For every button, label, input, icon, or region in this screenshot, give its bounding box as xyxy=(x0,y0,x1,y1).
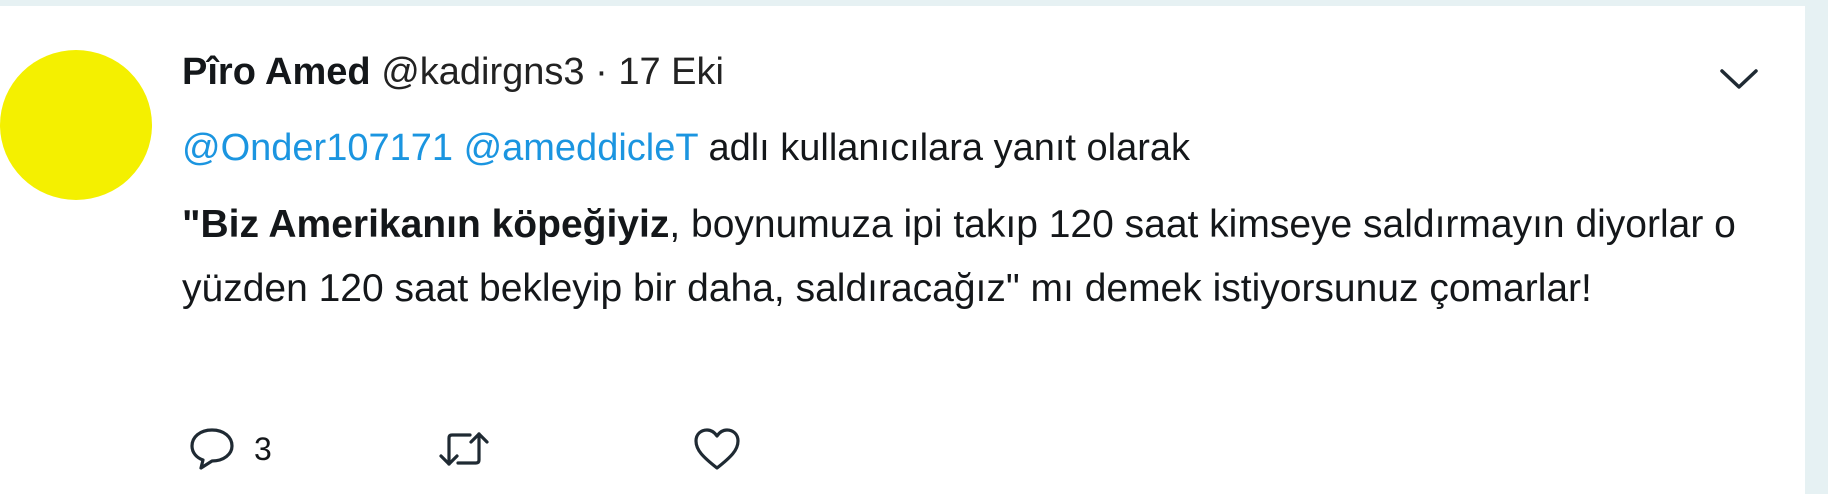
chevron-down-icon[interactable] xyxy=(1718,64,1760,94)
tweet-date[interactable]: 17 Eki xyxy=(618,51,724,93)
retweet-arrows-icon xyxy=(439,432,489,466)
tweet-card[interactable]: Pîro Amed @kadirgns3 · 17 Eki @Onder1071… xyxy=(0,6,1805,494)
avatar[interactable] xyxy=(0,50,152,200)
speech-bubble-icon xyxy=(190,428,234,470)
tweet-header: Pîro Amed @kadirgns3 · 17 Eki xyxy=(182,46,724,98)
author-handle[interactable]: @kadirgns3 xyxy=(381,51,584,93)
like-button[interactable] xyxy=(692,424,742,474)
retweet-button[interactable] xyxy=(436,424,492,474)
header-separator: · xyxy=(595,51,608,93)
reply-context-label: adlı kullanıcılara yanıt olarak xyxy=(708,127,1191,169)
author-name[interactable]: Pîro Amed xyxy=(182,51,371,93)
mention-link[interactable]: @Onder107171 xyxy=(182,127,453,169)
tweet-text: "Biz Amerikanın köpeğiyiz, boynumuza ipi… xyxy=(182,193,1772,321)
reply-context: @Onder107171 @amеddicleT adlı kullanıcıl… xyxy=(182,122,1190,174)
heart-icon xyxy=(694,428,740,470)
reply-count: 3 xyxy=(254,430,272,467)
mention-link[interactable]: @amеddicleT xyxy=(464,127,698,169)
tweet-text-bold: "Biz Amerikanın köpeğiyiz xyxy=(182,203,670,246)
reply-button[interactable]: 3 xyxy=(188,424,272,474)
